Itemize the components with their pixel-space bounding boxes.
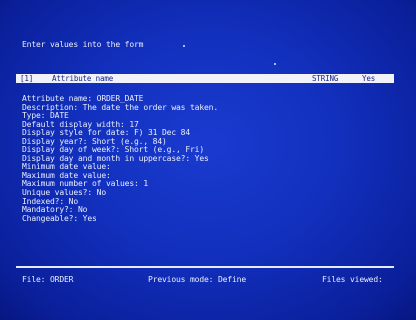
terminal-screen: Enter values into the form [1] Attribute…: [0, 0, 416, 320]
form-prompt: Enter values into the form: [22, 40, 144, 49]
status-previous-mode: Previous mode: Define: [148, 275, 246, 284]
attribute-field-flag: Yes: [362, 74, 376, 83]
attribute-form: Attribute name: ORDER_DATE Description: …: [22, 95, 218, 223]
status-files-viewed: Files viewed:: [322, 275, 383, 284]
attribute-field-type: STRING: [312, 74, 339, 83]
attribute-header-bar[interactable]: [1] Attribute name STRING Yes: [16, 74, 394, 83]
attribute-field-label: Attribute name: [52, 74, 114, 83]
status-divider: [16, 266, 394, 268]
screen-glare-speck: [183, 45, 185, 47]
status-file: File: ORDER: [22, 275, 74, 284]
attribute-field-number: [1]: [20, 74, 34, 83]
changeable-field[interactable]: Changeable?: Yes: [22, 214, 218, 224]
screen-glare-speck: [274, 63, 276, 65]
